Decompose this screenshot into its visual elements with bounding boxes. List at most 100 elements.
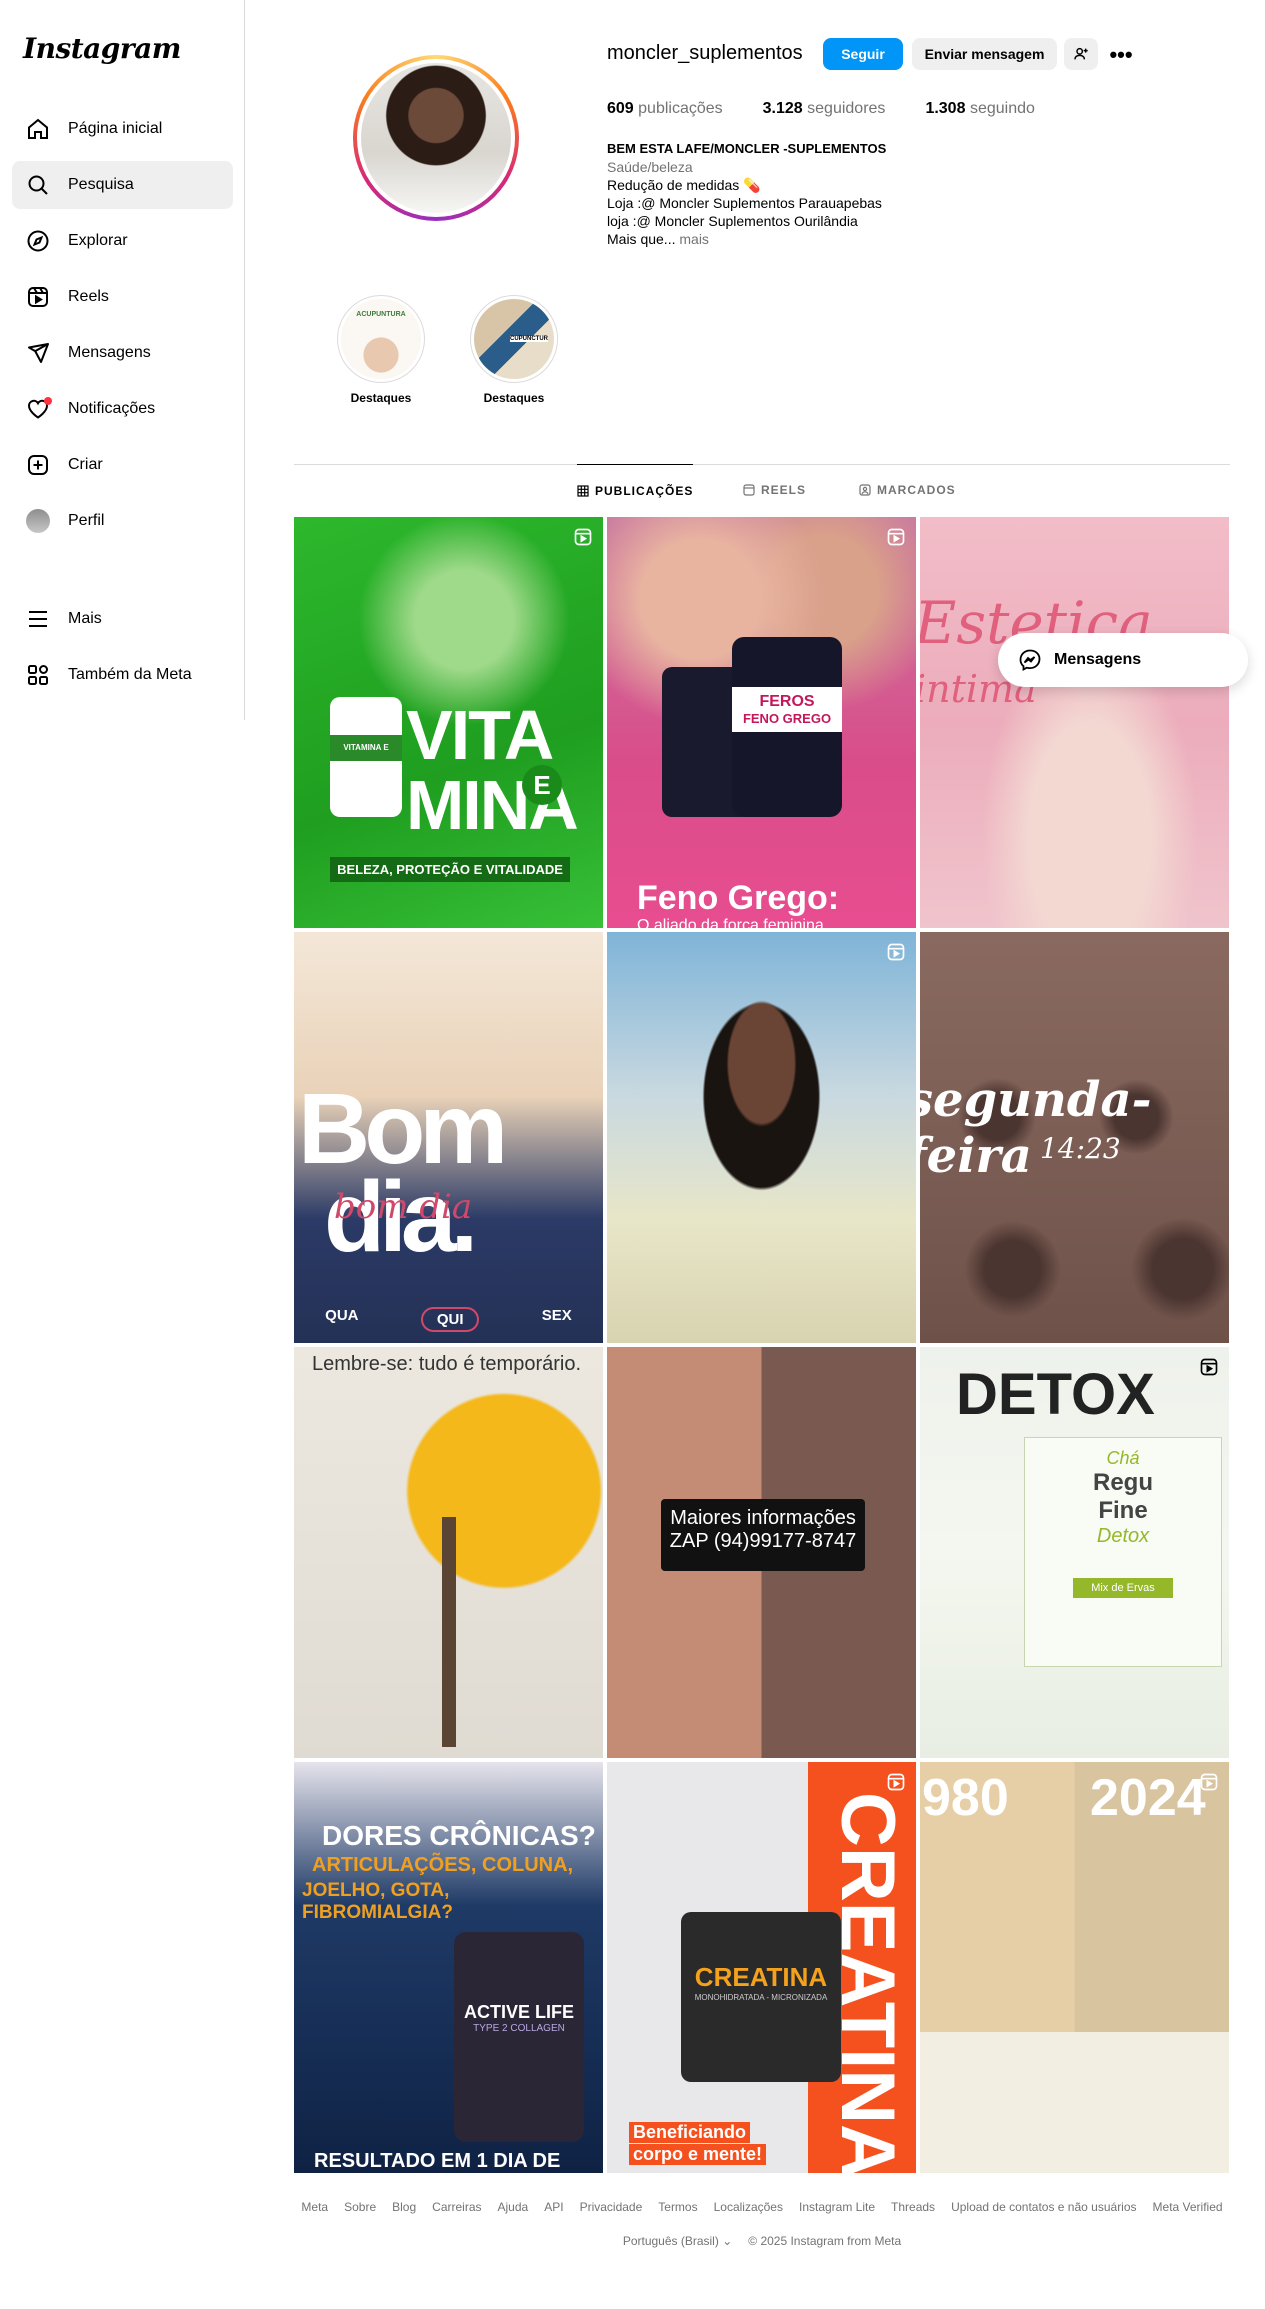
messages-float-button[interactable]: Mensagens <box>998 633 1248 687</box>
tab-tagged[interactable]: MARCADOS <box>859 464 956 516</box>
post-time: 14:23 <box>1040 1132 1121 1165</box>
post-script: bom dia <box>334 1187 473 1227</box>
reel-icon <box>1200 1358 1218 1376</box>
meta-apps-icon <box>24 661 52 689</box>
nav-more-label: Mais <box>68 610 102 627</box>
nav-search-label: Pesquisa <box>68 176 134 193</box>
nav-search[interactable]: Pesquisa <box>12 161 233 209</box>
post-tile[interactable]: VITAMINA E VITA MINA E BELEZA, PROTEÇÃO … <box>294 517 603 928</box>
profile-stats: 609 publicações 3.128 seguidores 1.308 s… <box>607 100 1035 118</box>
compass-icon <box>24 227 52 255</box>
instagram-logo[interactable]: Instagram <box>23 32 181 65</box>
post-headline: DETOX <box>956 1362 1155 1427</box>
story-highlight[interactable]: ACUPUNTURA Destaques <box>336 295 426 405</box>
heart-icon <box>24 395 52 423</box>
nav-more[interactable]: Mais <box>12 595 233 643</box>
nav-notifications-label: Notificações <box>68 400 156 417</box>
weekday: QUA <box>325 1307 359 1324</box>
footer-link[interactable]: Meta <box>301 2200 328 2214</box>
footer-link[interactable]: Carreiras <box>432 2200 481 2214</box>
post-tile[interactable]: CREATINA CREATINA MONOHIDRATADA - MICRON… <box>607 1762 916 2173</box>
post-tile[interactable]: Estetica intima <box>920 517 1229 928</box>
info-box: Maiores informações ZAP (94)99177-8747 <box>661 1499 865 1571</box>
nav-create[interactable]: Criar <box>12 441 233 489</box>
grid-icon <box>577 484 589 497</box>
footer-link[interactable]: Instagram Lite <box>799 2200 875 2214</box>
followers-stat[interactable]: 3.128 seguidores <box>763 100 886 118</box>
sidebar-bottom: Mais Também da Meta <box>12 595 233 707</box>
profile-name: BEM ESTA LAFE/MONCLER -SUPLEMENTOS <box>607 141 887 156</box>
post-year: 2024 <box>1090 1769 1206 1827</box>
story-highlight[interactable]: CUPUNCTUR Destaques <box>469 295 559 405</box>
menu-icon <box>24 605 52 633</box>
suggested-users-button[interactable] <box>1064 38 1098 70</box>
profile-category: Saúde/beleza <box>607 159 693 175</box>
reel-icon <box>887 1773 905 1791</box>
tab-posts[interactable]: PUBLICAÇÕES <box>577 464 694 516</box>
nav-reels[interactable]: Reels <box>12 273 233 321</box>
post-tile[interactable]: Bom dia. bom dia QUA QUI SEX <box>294 932 603 1343</box>
profile-picture[interactable] <box>353 55 519 221</box>
profile-username: moncler_suplementos <box>607 42 803 64</box>
footer-link[interactable]: Ajuda <box>498 2200 529 2214</box>
product-bottle: ACTIVE LIFE TYPE 2 COLLAGEN <box>454 1932 584 2142</box>
post-caption: corpo e mente! <box>629 2144 767 2165</box>
nav-meta-apps[interactable]: Também da Meta <box>12 651 233 699</box>
post-tile[interactable] <box>607 932 916 1343</box>
home-icon <box>24 115 52 143</box>
weekday-current: QUI <box>420 1307 480 1332</box>
language-select[interactable]: Português (Brasil) ⌄ <box>623 2234 732 2248</box>
footer-link[interactable]: Localizações <box>714 2200 783 2214</box>
nav-messages[interactable]: Mensagens <box>12 329 233 377</box>
highlight-cover: CUPUNCTUR <box>474 299 554 379</box>
post-subtitle: O aliado da força feminina <box>637 917 824 928</box>
footer-link[interactable]: API <box>544 2200 563 2214</box>
profile-bio: BEM ESTA LAFE/MONCLER -SUPLEMENTOS Saúde… <box>607 140 1007 248</box>
product-box: Chá Regu Fine Detox Mix de Ervas <box>1024 1437 1222 1667</box>
nav-profile-label: Perfil <box>68 512 105 529</box>
follow-button[interactable]: Seguir <box>823 38 903 70</box>
send-message-button[interactable]: Enviar mensagem <box>912 38 1057 70</box>
post-tile[interactable]: FEROS FENO GREGO Feno Grego: O aliado da … <box>607 517 916 928</box>
nav-notifications[interactable]: Notificações <box>12 385 233 433</box>
posts-stat: 609 publicações <box>607 100 723 117</box>
following-stat[interactable]: 1.308 seguindo <box>925 100 1034 118</box>
chevron-down-icon: ⌄ <box>722 2234 733 2248</box>
nav-profile[interactable]: Perfil <box>12 497 233 545</box>
highlight-label: Destaques <box>350 391 412 405</box>
footer-link[interactable]: Meta Verified <box>1153 2200 1223 2214</box>
post-headline: Feno Grego: <box>637 879 840 917</box>
bio-more-link[interactable]: mais <box>679 231 709 247</box>
post-headline: DORES CRÔNICAS? <box>322 1820 596 1851</box>
post-headline: Lembre-se: tudo é temporário. <box>312 1353 582 1375</box>
bio-line: loja :@ Moncler Suplementos Ourilândia <box>607 213 858 229</box>
search-icon <box>24 171 52 199</box>
more-options-icon[interactable]: ••• <box>1106 40 1136 70</box>
tree-trunk <box>442 1517 456 1747</box>
footer-link[interactable]: Sobre <box>344 2200 376 2214</box>
nav-reels-label: Reels <box>68 288 109 305</box>
posts-grid: VITAMINA E VITA MINA E BELEZA, PROTEÇÃO … <box>294 517 1230 2173</box>
nav-home[interactable]: Página inicial <box>12 105 233 153</box>
post-tile[interactable]: 980 2024 <box>920 1762 1229 2173</box>
post-tile[interactable]: DORES CRÔNICAS? ARTICULAÇÕES, COLUNA, JO… <box>294 1762 603 2173</box>
nav-explore[interactable]: Explorar <box>12 217 233 265</box>
table <box>920 2032 1229 2173</box>
post-tile[interactable]: DETOX Chá Regu Fine Detox Mix de Ervas <box>920 1347 1229 1758</box>
post-subtitle: JOELHO, GOTA, FIBROMIALGIA? <box>302 1880 453 1923</box>
tab-reels[interactable]: REELS <box>743 464 806 516</box>
tagged-icon <box>859 484 871 496</box>
reel-icon <box>887 528 905 546</box>
post-tile[interactable]: segunda-feira 14:23 <box>920 932 1229 1343</box>
post-tile[interactable]: Maiores informações ZAP (94)99177-8747 <box>607 1347 916 1758</box>
post-tile[interactable]: Lembre-se: tudo é temporário. <box>294 1347 603 1758</box>
footer-link[interactable]: Termos <box>658 2200 697 2214</box>
footer-link[interactable]: Blog <box>392 2200 416 2214</box>
plus-square-icon <box>24 451 52 479</box>
footer-link[interactable]: Privacidade <box>580 2200 643 2214</box>
footer-link[interactable]: Threads <box>891 2200 935 2214</box>
info-line: ZAP (94)99177-8747 <box>669 1530 857 1552</box>
nav-create-label: Criar <box>68 456 103 473</box>
footer-link[interactable]: Upload de contatos e não usuários <box>951 2200 1136 2214</box>
post-subtitle: ARTICULAÇÕES, COLUNA, <box>312 1854 574 1876</box>
